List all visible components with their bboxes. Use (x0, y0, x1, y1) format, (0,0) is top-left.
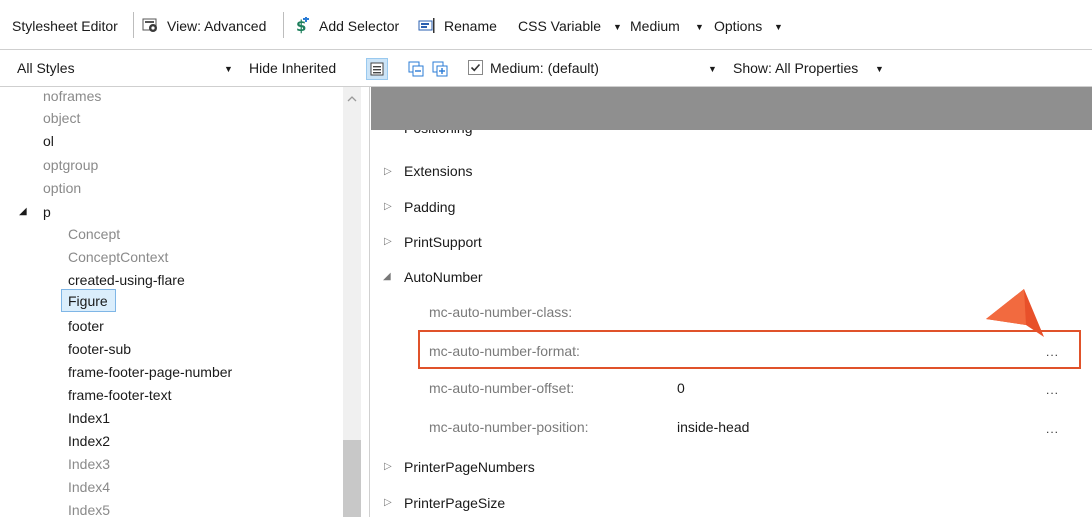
expand-all-icon[interactable] (432, 61, 448, 77)
ellipsis-button[interactable]: ... (1046, 383, 1059, 397)
tree-item[interactable]: object (43, 107, 80, 129)
dropdown-arrow-icon: ▼ (224, 64, 233, 74)
view-advanced-button[interactable]: View: Advanced (140, 14, 278, 38)
checkmark-icon (470, 63, 481, 72)
tree-item[interactable]: frame-footer-page-number (68, 361, 232, 383)
medium-default-label: Medium: (default) (490, 60, 599, 76)
dropdown-arrow-icon: ▼ (613, 22, 622, 32)
stylesheet-editor-title: Stylesheet Editor (12, 18, 118, 34)
tree-item[interactable]: Index5 (68, 499, 110, 517)
property-name: mc-auto-number-class: (429, 304, 573, 320)
tree-item[interactable]: created-using-flare (68, 269, 185, 291)
properties-group[interactable]: Positioning (404, 130, 473, 139)
scrollbar-thumb[interactable] (343, 440, 361, 517)
toolbar-separator (133, 12, 134, 38)
tree-item[interactable]: Concept (68, 223, 120, 245)
all-styles-dropdown[interactable]: All Styles ▼ (10, 54, 236, 82)
options-label: Options (714, 18, 763, 34)
add-selector-label: Add Selector (319, 18, 400, 34)
css-variable-dropdown[interactable]: CSS Variable ▼ (516, 14, 622, 38)
scroll-up-icon[interactable] (347, 95, 357, 103)
ellipsis-button[interactable]: ... (1046, 422, 1059, 436)
hide-inherited-button[interactable]: Hide Inherited (249, 58, 336, 78)
list-view-button[interactable] (366, 58, 388, 80)
properties-group[interactable]: PrinterPageNumbers (404, 456, 535, 478)
show-properties-label: Show: All Properties (733, 60, 859, 76)
properties-header (371, 87, 1092, 130)
options-dropdown[interactable]: Options ▼ (712, 14, 786, 38)
properties-group[interactable]: Padding (404, 196, 455, 218)
dropdown-arrow-icon[interactable]: ▼ (704, 58, 717, 78)
property-name: mc-auto-number-position: (429, 419, 589, 435)
tree-item[interactable]: Index3 (68, 453, 110, 475)
tree-item[interactable]: frame-footer-text (68, 384, 171, 406)
property-name: mc-auto-number-offset: (429, 380, 575, 396)
collapse-all-icon[interactable] (408, 61, 424, 77)
pointer-arrow-icon (986, 289, 1044, 337)
dropdown-arrow-icon: ▼ (875, 64, 884, 74)
tree-item[interactable]: option (43, 177, 81, 199)
property-value[interactable]: inside-head (677, 416, 749, 438)
tree-item[interactable]: p (43, 201, 51, 223)
medium-dropdown[interactable]: Medium ▼ (628, 14, 704, 38)
medium-checkbox[interactable] (468, 60, 483, 75)
rename-button[interactable]: Rename (416, 14, 506, 38)
property-value[interactable]: 0 (677, 377, 685, 399)
tree-item[interactable]: ol (43, 130, 54, 152)
tree-item[interactable]: Figure (68, 290, 108, 312)
collapsed-triangle-icon[interactable]: ▷ (384, 497, 392, 508)
rename-label: Rename (444, 18, 497, 34)
dropdown-arrow-icon: ▼ (774, 22, 783, 32)
tree-item[interactable]: ConceptContext (68, 246, 168, 268)
properties-group[interactable]: PrinterPageSize (404, 492, 505, 514)
collapsed-triangle-icon[interactable]: ▷ (384, 236, 392, 247)
list-view-icon (370, 62, 384, 76)
medium-label: Medium (630, 18, 680, 34)
collapsed-triangle-icon[interactable]: ▷ (384, 461, 392, 472)
add-selector-button[interactable]: $ Add Selector (292, 14, 410, 38)
main-toolbar: Stylesheet Editor View: Advanced $ Add S… (0, 0, 1092, 50)
dropdown-arrow-icon: ▼ (695, 22, 704, 32)
view-icon (142, 18, 157, 32)
rename-icon (418, 18, 435, 33)
properties-group[interactable]: PrintSupport (404, 231, 482, 253)
filter-toolbar: All Styles ▼ Hide Inherited Medium: (def… (0, 50, 1092, 87)
collapsed-triangle-icon[interactable]: ▷ (384, 166, 392, 177)
tree-item[interactable]: footer-sub (68, 338, 131, 360)
all-styles-label: All Styles (17, 60, 75, 76)
expanded-triangle-icon[interactable]: ◢ (383, 271, 391, 282)
view-advanced-label: View: Advanced (167, 18, 267, 34)
tree-item[interactable]: noframes (43, 87, 101, 107)
show-properties-dropdown[interactable]: Show: All Properties ▼ (728, 54, 888, 82)
tree-item[interactable]: Index1 (68, 407, 110, 429)
tree-item[interactable]: Index4 (68, 476, 110, 498)
properties-group[interactable]: Extensions (404, 160, 472, 182)
tree-item[interactable]: Index2 (68, 430, 110, 452)
collapsed-triangle-icon[interactable]: ▷ (384, 201, 392, 212)
selector-tree: noframes object ol optgroup option ◢ p C… (0, 87, 370, 517)
add-selector-icon: $ (296, 17, 309, 34)
tree-item[interactable]: footer (68, 315, 104, 337)
properties-group[interactable]: AutoNumber (404, 266, 483, 288)
toolbar-separator (283, 12, 284, 38)
tree-item[interactable]: optgroup (43, 154, 98, 176)
expanded-triangle-icon[interactable]: ◢ (19, 201, 27, 223)
properties-group-clipped: Positioning (371, 130, 1092, 140)
css-variable-label: CSS Variable (518, 18, 602, 34)
